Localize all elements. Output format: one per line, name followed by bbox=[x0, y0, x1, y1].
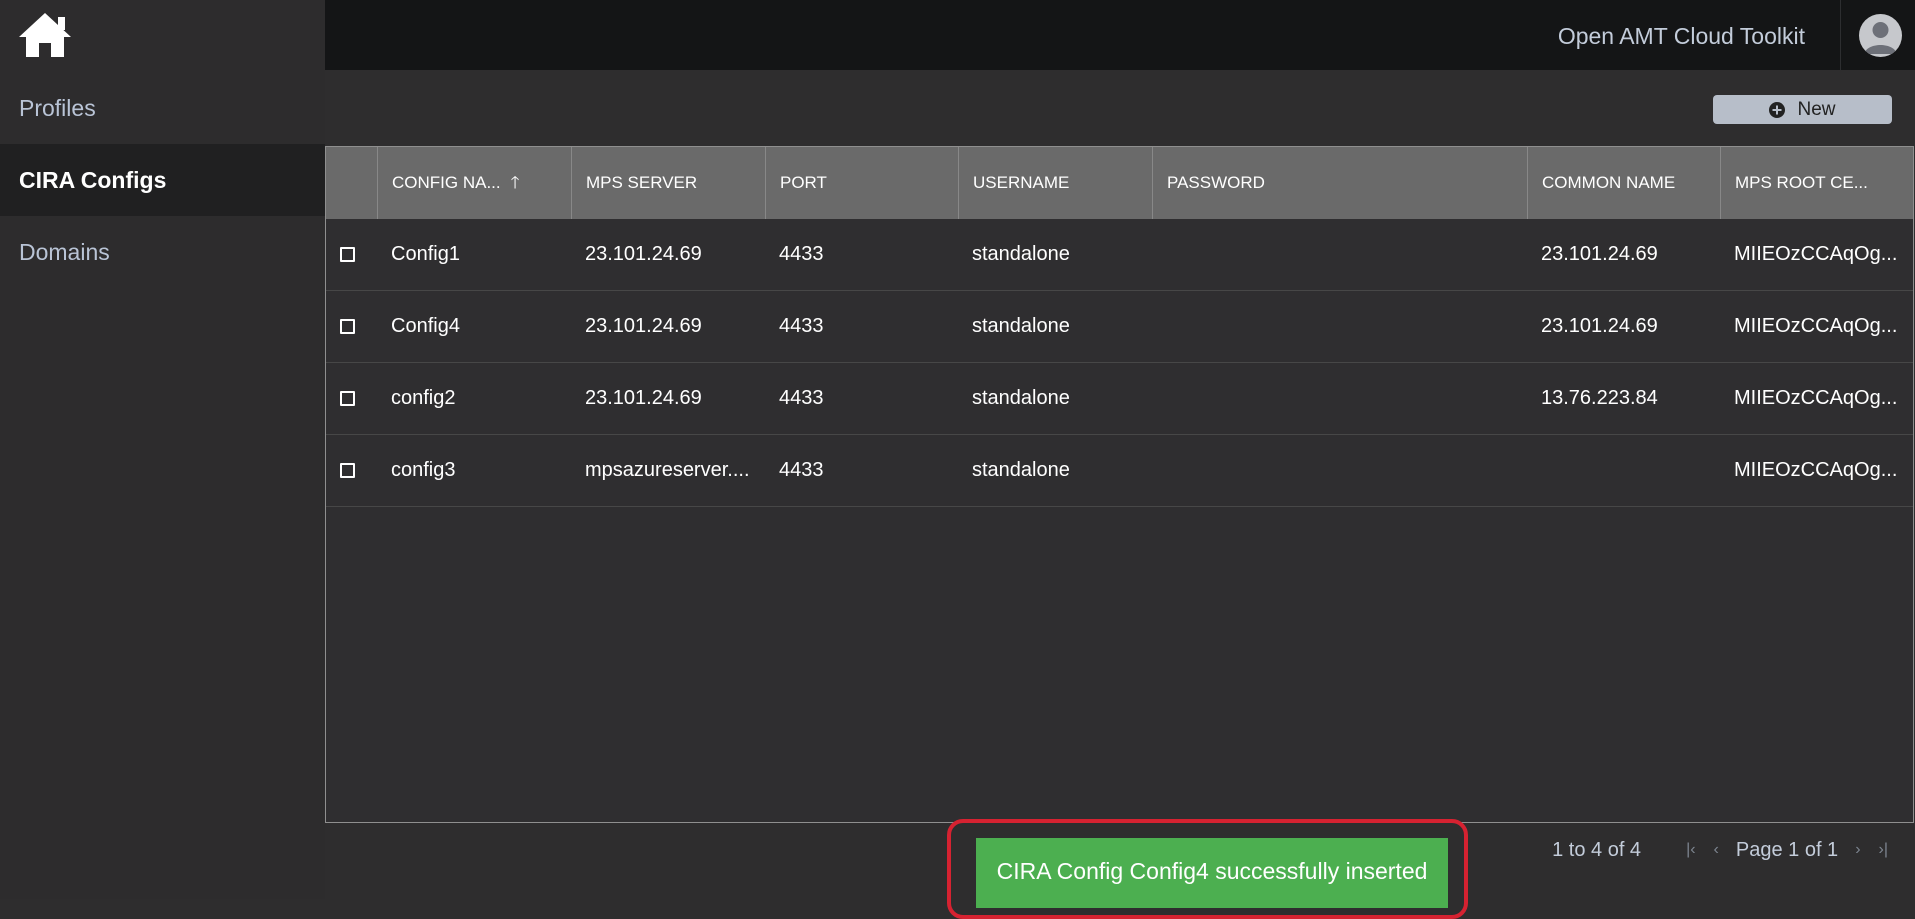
cell-mps-server: 23.101.24.69 bbox=[585, 243, 702, 265]
column-header-label: CONFIG NA... bbox=[392, 173, 501, 192]
page-indicator: Page 1 of 1 bbox=[1735, 838, 1839, 861]
previous-page-icon[interactable]: ‹ bbox=[1714, 841, 1719, 859]
table-body: Config1 23.101.24.69 4433 standalone 23.… bbox=[326, 219, 1913, 507]
sidebar-item-profiles[interactable]: Profiles bbox=[0, 72, 325, 144]
user-icon bbox=[1864, 22, 1897, 54]
cell-mps-root-cert: MIIEOzCCAqOg... bbox=[1734, 243, 1898, 265]
cell-common-name: 13.76.223.84 bbox=[1541, 387, 1658, 409]
topbar-divider bbox=[1840, 0, 1841, 70]
table-header: CONFIG NA... 🡑 MPS SERVER PORT USERNAME P… bbox=[326, 147, 1913, 219]
cell-mps-root-cert: MIIEOzCCAqOg... bbox=[1734, 315, 1898, 337]
table-row[interactable]: config3 mpsazureserver.... 4433 standalo… bbox=[326, 435, 1913, 507]
cell-username: standalone bbox=[972, 387, 1070, 409]
row-checkbox[interactable] bbox=[340, 319, 355, 334]
cell-port: 4433 bbox=[779, 459, 824, 481]
header-select-cell bbox=[326, 147, 378, 219]
sort-ascending-icon: 🡑 bbox=[510, 173, 520, 192]
cell-mps-root-cert: MIIEOzCCAqOg... bbox=[1734, 459, 1898, 481]
top-bar: Open AMT Cloud Toolkit bbox=[325, 0, 1915, 70]
cell-password bbox=[1153, 363, 1528, 434]
row-select-cell bbox=[326, 219, 378, 290]
next-page-icon[interactable]: › bbox=[1855, 841, 1860, 859]
cell-mps-server: mpsazureserver.... bbox=[585, 459, 750, 481]
new-button-label: New bbox=[1797, 98, 1836, 120]
cell-password bbox=[1153, 435, 1528, 506]
column-header-mps-root-cert[interactable]: MPS ROOT CE... bbox=[1721, 147, 1913, 219]
last-page-icon[interactable]: ›| bbox=[1879, 841, 1888, 859]
cell-port: 4433 bbox=[779, 243, 824, 265]
sidebar-item-domains[interactable]: Domains bbox=[0, 216, 325, 288]
cell-password bbox=[1153, 219, 1528, 290]
cira-configs-table: CONFIG NA... 🡑 MPS SERVER PORT USERNAME P… bbox=[325, 146, 1914, 823]
column-header-config-name[interactable]: CONFIG NA... 🡑 bbox=[378, 147, 572, 219]
pagination-count: 1 to 4 of 4 bbox=[1552, 838, 1642, 861]
cell-config-name: Config1 bbox=[391, 243, 460, 265]
row-select-cell bbox=[326, 435, 378, 506]
row-select-cell bbox=[326, 363, 378, 434]
new-button[interactable]: New bbox=[1713, 95, 1892, 124]
sidebar-item-cira-configs[interactable]: CIRA Configs bbox=[0, 144, 325, 216]
cell-password bbox=[1153, 291, 1528, 362]
cell-config-name: config2 bbox=[391, 387, 456, 409]
column-header-port[interactable]: PORT bbox=[766, 147, 959, 219]
cell-mps-server: 23.101.24.69 bbox=[585, 315, 702, 337]
cell-port: 4433 bbox=[779, 387, 824, 409]
row-checkbox[interactable] bbox=[340, 463, 355, 478]
cell-username: standalone bbox=[972, 315, 1070, 337]
column-header-password[interactable]: PASSWORD bbox=[1153, 147, 1528, 219]
row-checkbox[interactable] bbox=[340, 391, 355, 406]
cell-common-name: 23.101.24.69 bbox=[1541, 243, 1658, 265]
cell-username: standalone bbox=[972, 243, 1070, 265]
row-select-cell bbox=[326, 291, 378, 362]
column-header-common-name[interactable]: COMMON NAME bbox=[1528, 147, 1721, 219]
home-icon bbox=[19, 13, 71, 57]
cell-config-name: Config4 bbox=[391, 315, 460, 337]
table-row[interactable]: Config4 23.101.24.69 4433 standalone 23.… bbox=[326, 291, 1913, 363]
plus-circle-icon bbox=[1769, 101, 1786, 118]
sidebar-nav: Profiles CIRA Configs Domains bbox=[0, 72, 325, 288]
row-checkbox[interactable] bbox=[340, 247, 355, 262]
success-toast: CIRA Config Config4 successfully inserte… bbox=[976, 838, 1448, 908]
sidebar: Profiles CIRA Configs Domains bbox=[0, 0, 325, 899]
user-avatar[interactable] bbox=[1859, 14, 1902, 57]
column-header-username[interactable]: USERNAME bbox=[959, 147, 1153, 219]
cell-username: standalone bbox=[972, 459, 1070, 481]
first-page-icon[interactable]: |‹ bbox=[1686, 841, 1695, 859]
app-title: Open AMT Cloud Toolkit bbox=[1557, 23, 1805, 49]
cell-mps-root-cert: MIIEOzCCAqOg... bbox=[1734, 387, 1898, 409]
main-content: New CONFIG NA... 🡑 MPS SERVER PORT USERNA… bbox=[325, 70, 1915, 899]
cell-common-name: 23.101.24.69 bbox=[1541, 315, 1658, 337]
home-button[interactable] bbox=[16, 10, 74, 60]
cell-mps-server: 23.101.24.69 bbox=[585, 387, 702, 409]
table-row[interactable]: config2 23.101.24.69 4433 standalone 13.… bbox=[326, 363, 1913, 435]
cell-config-name: config3 bbox=[391, 459, 456, 481]
cell-port: 4433 bbox=[779, 315, 824, 337]
table-row[interactable]: Config1 23.101.24.69 4433 standalone 23.… bbox=[326, 219, 1913, 291]
cell-common-name bbox=[1528, 435, 1721, 506]
column-header-mps-server[interactable]: MPS SERVER bbox=[572, 147, 766, 219]
